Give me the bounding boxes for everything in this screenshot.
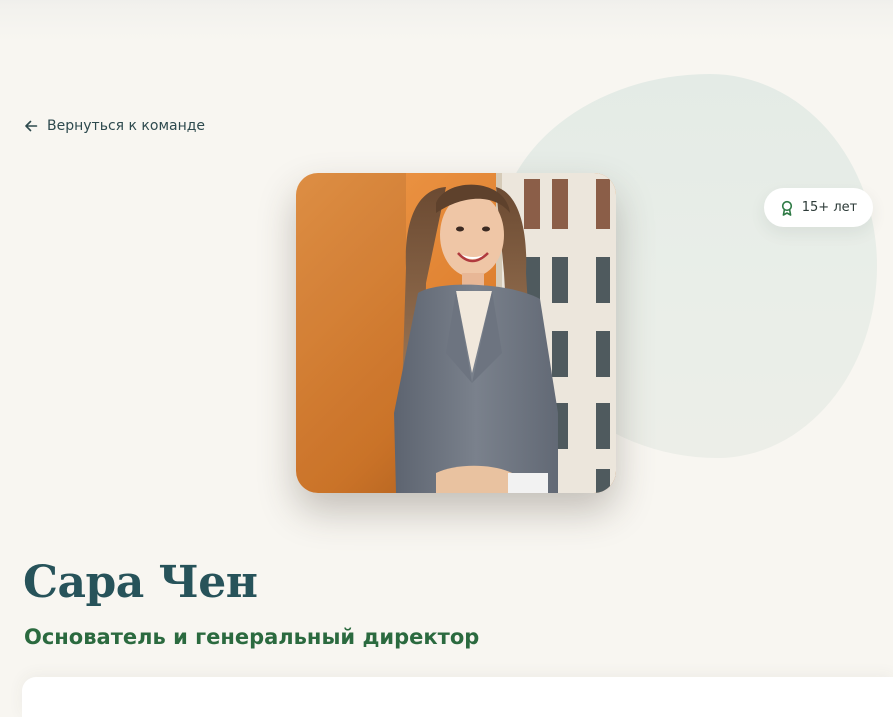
profile-photo (296, 173, 616, 493)
arrow-left-icon (24, 119, 38, 133)
back-link-label: Вернуться к команде (47, 118, 206, 134)
top-bar (0, 0, 893, 44)
experience-badge: 15+ лет (764, 188, 873, 227)
profile-role: Основатель и генеральный директор (24, 625, 480, 649)
award-ribbon-icon (780, 200, 794, 216)
experience-label: 15+ лет (801, 200, 858, 215)
content-card (22, 677, 893, 717)
back-to-team-link[interactable]: Вернуться к команде (24, 116, 205, 136)
profile-name: Сара Чен (23, 557, 258, 608)
